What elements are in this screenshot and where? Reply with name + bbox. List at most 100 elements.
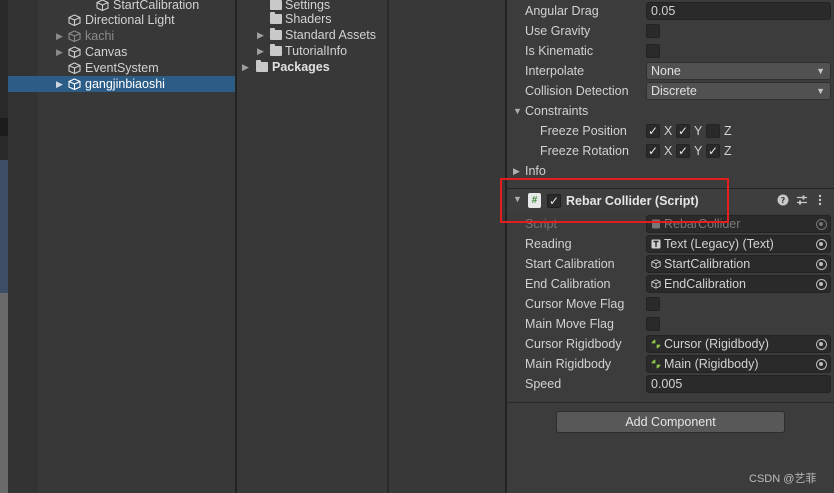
axis-z-label: Z (724, 124, 732, 138)
expand-arrow-icon[interactable]: ▶ (56, 28, 63, 44)
speed-row: Speed 0.005 (507, 374, 834, 394)
rigidbody-icon (651, 359, 661, 369)
object-picker-icon[interactable] (816, 339, 827, 350)
hierarchy-item-directional-light[interactable]: Directional Light (8, 12, 235, 28)
hierarchy-item-canvas[interactable]: ▶ Canvas (8, 44, 235, 60)
start-calibration-value: StartCalibration (664, 257, 751, 271)
use-gravity-label: Use Gravity (525, 24, 591, 38)
object-picker-icon[interactable] (816, 359, 827, 370)
folder-icon (270, 12, 282, 24)
project-folder-label: Shaders (285, 12, 332, 26)
gameobject-icon (68, 14, 81, 26)
reading-field[interactable]: Text (Legacy) (Text) (646, 235, 831, 253)
main-move-flag-checkbox[interactable] (646, 317, 660, 331)
hierarchy-item-eventsystem[interactable]: EventSystem (8, 60, 235, 76)
cursor-rigidbody-field[interactable]: Cursor (Rigidbody) (646, 335, 831, 353)
hierarchy-item-label: Directional Light (85, 13, 175, 27)
scene-edge-dark (0, 118, 8, 136)
interpolate-label: Interpolate (525, 64, 585, 78)
collision-detection-label: Collision Detection (525, 84, 629, 98)
help-icon[interactable]: ? (777, 194, 789, 209)
reading-value: Text (Legacy) (Text) (664, 237, 774, 251)
main-rigidbody-label: Main Rigidbody (525, 357, 612, 371)
end-calibration-field[interactable]: EndCalibration (646, 275, 831, 293)
angular-drag-label: Angular Drag (525, 4, 599, 18)
axis-x-label: X (664, 144, 673, 158)
collision-detection-row: Collision Detection Discrete ▼ (507, 81, 834, 101)
freeze-position-x-checkbox[interactable]: ✓ (646, 124, 660, 138)
hierarchy-item-label: kachi (85, 29, 115, 43)
start-calibration-label: Start Calibration (525, 257, 615, 271)
text-component-icon (651, 239, 661, 249)
project-folder-shaders[interactable]: Shaders (237, 11, 387, 27)
gameobject-icon (68, 46, 81, 58)
hierarchy-item-kachi[interactable]: ▶ kachi (8, 28, 235, 44)
project-contents-panel (389, 0, 505, 493)
expand-arrow-icon[interactable]: ▶ (56, 44, 63, 60)
expand-arrow-icon[interactable]: ▶ (242, 59, 249, 75)
freeze-rotation-y-checkbox[interactable]: ✓ (676, 144, 690, 158)
main-rigidbody-field[interactable]: Main (Rigidbody) (646, 355, 831, 373)
main-rigidbody-value: Main (Rigidbody) (664, 357, 759, 371)
object-picker-icon[interactable] (816, 259, 827, 270)
end-calibration-value: EndCalibration (664, 277, 746, 291)
end-calibration-row: End Calibration EndCalibration (507, 274, 834, 294)
project-folder-tutorialinfo[interactable]: ▶ TutorialInfo (237, 43, 387, 59)
reading-row: Reading Text (Legacy) (Text) (507, 234, 834, 254)
use-gravity-row: Use Gravity (507, 21, 834, 41)
cursor-move-flag-checkbox[interactable] (646, 297, 660, 311)
collision-detection-dropdown[interactable]: Discrete ▼ (646, 82, 831, 100)
hierarchy-item-label: gangjinbiaoshi (85, 77, 165, 91)
object-picker-icon[interactable] (816, 239, 827, 250)
freeze-rotation-z-checkbox[interactable]: ✓ (706, 144, 720, 158)
freeze-position-row: Freeze Position ✓ X ✓ Y Z (507, 121, 834, 141)
is-kinematic-checkbox[interactable] (646, 44, 660, 58)
scene-edge-grey (0, 293, 8, 493)
expand-arrow-icon[interactable]: ▶ (257, 27, 264, 43)
angular-drag-input[interactable]: 0.05 (646, 2, 831, 20)
object-picker-icon (816, 219, 827, 230)
gameobject-icon (68, 78, 81, 90)
project-folder-packages[interactable]: ▶ Packages (237, 59, 387, 75)
scene-view-edge (0, 0, 8, 493)
project-panel: Settings Shaders ▶ Standard Assets ▶ Tut… (237, 0, 387, 493)
foldout-expanded-icon[interactable]: ▼ (513, 104, 522, 118)
start-calibration-field[interactable]: StartCalibration (646, 255, 831, 273)
more-options-icon[interactable] (818, 194, 822, 209)
freeze-position-z-checkbox[interactable] (706, 124, 720, 138)
project-folder-standard-assets[interactable]: ▶ Standard Assets (237, 27, 387, 43)
speed-input[interactable]: 0.005 (646, 375, 831, 393)
inspector-panel: Angular Drag 0.05 Use Gravity Is Kinemat… (507, 0, 834, 493)
cursor-rigidbody-row: Cursor Rigidbody Cursor (Rigidbody) (507, 334, 834, 354)
interpolate-row: Interpolate None ▼ (507, 61, 834, 81)
angular-drag-row: Angular Drag 0.05 (507, 1, 834, 21)
presets-icon[interactable] (796, 194, 808, 209)
project-folder-label: TutorialInfo (285, 44, 348, 58)
interpolate-dropdown[interactable]: None ▼ (646, 62, 831, 80)
cursor-rigidbody-label: Cursor Rigidbody (525, 337, 622, 351)
gameobject-icon (651, 259, 661, 269)
constraints-row[interactable]: ▼ Constraints (507, 101, 834, 121)
expand-arrow-icon[interactable]: ▶ (56, 76, 63, 92)
object-picker-icon[interactable] (816, 279, 827, 290)
freeze-rotation-x-checkbox[interactable]: ✓ (646, 144, 660, 158)
constraints-label: Constraints (525, 104, 589, 118)
hierarchy-item-gangjinbiaoshi[interactable]: ▶ gangjinbiaoshi (8, 76, 235, 92)
main-rigidbody-row: Main Rigidbody Main (Rigidbody) (507, 354, 834, 374)
scene-edge-blue (0, 160, 8, 293)
use-gravity-checkbox[interactable] (646, 24, 660, 38)
foldout-collapsed-icon[interactable]: ▶ (513, 164, 520, 178)
freeze-rotation-row: Freeze Rotation ✓ X ✓ Y ✓ Z (507, 141, 834, 161)
interpolate-value: None (651, 64, 681, 78)
main-move-flag-label: Main Move Flag (525, 317, 614, 331)
gameobject-icon (96, 0, 109, 11)
hierarchy-panel: StartCalibration Directional Light ▶ kac… (8, 0, 235, 493)
folder-icon (270, 44, 282, 56)
reading-label: Reading (525, 237, 572, 251)
expand-arrow-icon[interactable]: ▶ (257, 43, 264, 59)
freeze-position-y-checkbox[interactable]: ✓ (676, 124, 690, 138)
axis-y-label: Y (694, 124, 703, 138)
gameobject-icon (68, 62, 81, 74)
add-component-button[interactable]: Add Component (556, 411, 785, 433)
project-folder-label: Standard Assets (285, 28, 377, 42)
